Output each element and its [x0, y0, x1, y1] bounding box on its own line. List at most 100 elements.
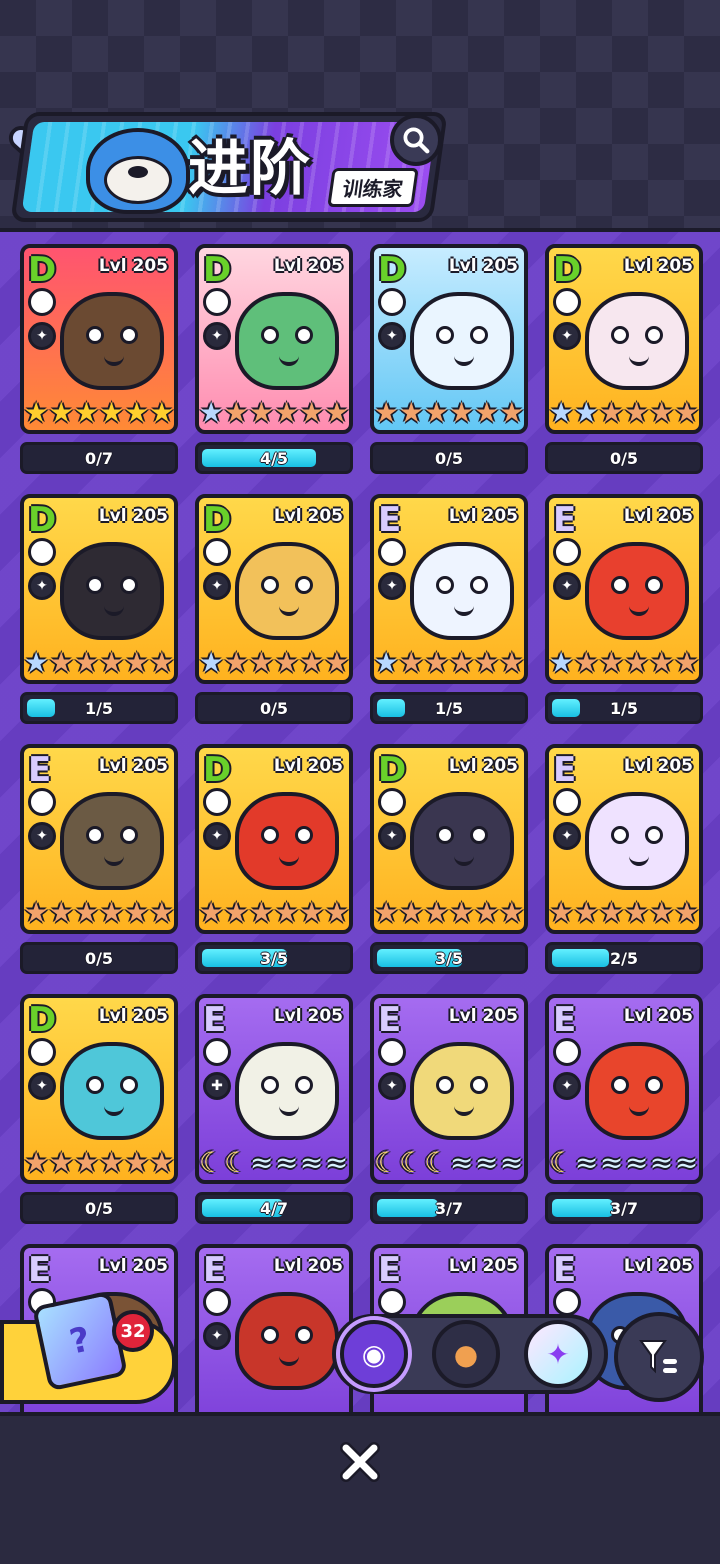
- grade-badge: E: [553, 1000, 577, 1040]
- bronze-star-icon: ★: [223, 646, 249, 679]
- bronze-star-icon: ★: [274, 646, 300, 679]
- creature-card[interactable]: D Lvl 205 ▲ ✦ ★ ★ ★ ★ ★ ★ 0/7: [20, 244, 178, 474]
- class-type-icon: ✦: [553, 1072, 581, 1100]
- level-label: Lvl 205: [273, 256, 343, 276]
- card-portrait: E Lvl 205 ✹ ✦ ★ ★ ★ ★ ★ ★: [545, 494, 703, 684]
- bronze-star-icon: ★: [48, 1146, 74, 1179]
- class-type-icon: ✦: [28, 572, 56, 600]
- grade-badge: D: [378, 250, 407, 290]
- card-portrait: E Lvl 205 ✹ ✦ ☾ ≈ ≈ ≈ ≈ ≈: [545, 994, 703, 1184]
- filter-button[interactable]: [614, 1312, 704, 1402]
- level-label: Lvl 205: [98, 1006, 168, 1026]
- bronze-star-icon: ★: [674, 896, 700, 929]
- creature-card[interactable]: E Lvl 205 ▲ ✦ ★ ★ ★ ★ ★ ★ 0/5: [20, 744, 178, 974]
- level-label: Lvl 205: [448, 1256, 518, 1276]
- progress-text: 0/5: [609, 448, 639, 468]
- bronze-star-icon: ★: [474, 396, 500, 429]
- element-type-icon: ◆: [378, 538, 406, 566]
- creature-portrait: [410, 1042, 514, 1140]
- upgrade-progress-bar: 0/5: [195, 692, 353, 724]
- creature-card[interactable]: E Lvl 205 ✹ ✦: [195, 1244, 353, 1412]
- bronze-star-icon: ★: [449, 896, 475, 929]
- gold-star-icon: ★: [73, 396, 99, 429]
- creature-card[interactable]: E Lvl 205 ✹ ✦ ☾ ≈ ≈ ≈ ≈ ≈3/7: [545, 994, 703, 1224]
- search-icon: [403, 127, 430, 154]
- grade-badge: E: [203, 1250, 227, 1290]
- class-type-icon: ✦: [378, 322, 406, 350]
- bronze-star-icon: ★: [248, 396, 274, 429]
- creature-card[interactable]: E Lvl 205 ◆ ✦ ★ ★ ★ ★ ★ ★ 1/5: [370, 494, 528, 724]
- star-rating: ★ ★ ★ ★ ★ ★: [374, 396, 524, 430]
- bronze-star-icon: ★: [274, 896, 300, 929]
- grade-badge: D: [28, 500, 57, 540]
- creature-portrait: [60, 542, 164, 640]
- bronze-star-icon: ★: [373, 896, 399, 929]
- tab-robot-cat[interactable]: ◉: [340, 1320, 408, 1388]
- gold-star-icon: ★: [99, 396, 125, 429]
- element-type-icon: ⚡: [203, 538, 231, 566]
- progress-text: 0/5: [84, 948, 114, 968]
- grade-badge: D: [28, 250, 57, 290]
- card-portrait: E Lvl 205 ⚡ ✦ ★ ★ ★ ★ ★ ★: [545, 744, 703, 934]
- tab-crystal[interactable]: ✦: [524, 1320, 592, 1388]
- silver-star-icon: ★: [373, 646, 399, 679]
- bronze-star-icon: ★: [23, 1146, 49, 1179]
- creature-card[interactable]: D Lvl 205 ✹ ✦ ★ ★ ★ ★ ★ ★ 1/5: [20, 494, 178, 724]
- creature-card[interactable]: E Lvl 205 ✹ ✦ ★ ★ ★ ★ ★ ★ 1/5: [545, 494, 703, 724]
- close-button[interactable]: [330, 1432, 390, 1492]
- class-type-icon: ✦: [553, 572, 581, 600]
- level-label: Lvl 205: [98, 1256, 168, 1276]
- gold-star-icon: ★: [23, 396, 49, 429]
- bronze-star-icon: ★: [223, 896, 249, 929]
- creature-card[interactable]: D Lvl 205 ✿ ✦ ★ ★ ★ ★ ★ ★ 0/5: [545, 244, 703, 474]
- bronze-star-icon: ★: [674, 396, 700, 429]
- search-button[interactable]: [390, 114, 442, 166]
- star-rating: ★ ★ ★ ★ ★ ★: [199, 896, 349, 930]
- progress-text: 1/5: [609, 698, 639, 718]
- creature-card[interactable]: D Lvl 205 ✿ ✦ ★ ★ ★ ★ ★ ★ 4/5: [195, 244, 353, 474]
- progress-text: 1/5: [434, 698, 464, 718]
- progress-text: 0/5: [84, 1198, 114, 1218]
- bronze-star-icon: ★: [149, 896, 175, 929]
- bronze-star-icon: ★: [649, 396, 675, 429]
- level-label: Lvl 205: [98, 506, 168, 526]
- creature-card[interactable]: E Lvl 205 ✿ ✚ ☾ ☾ ≈ ≈ ≈ ≈4/7: [195, 994, 353, 1224]
- bronze-star-icon: ★: [449, 396, 475, 429]
- moon-star-icon: ☾: [374, 1146, 400, 1179]
- creature-card[interactable]: D Lvl 205 ⚡ ✦ ★ ★ ★ ★ ★ ★ 0/5: [195, 494, 353, 724]
- level-label: Lvl 205: [273, 1256, 343, 1276]
- tab-hamster[interactable]: ●: [432, 1320, 500, 1388]
- bronze-star-icon: ★: [499, 396, 525, 429]
- grade-badge: D: [28, 1000, 57, 1040]
- element-type-icon: ✹: [203, 1288, 231, 1316]
- star-rating: ★ ★ ★ ★ ★ ★: [24, 896, 174, 930]
- wave-star-icon: ≈: [674, 1146, 699, 1179]
- progress-text: 1/5: [84, 698, 114, 718]
- bronze-star-icon: ★: [398, 396, 424, 429]
- element-type-icon: ✹: [553, 538, 581, 566]
- level-label: Lvl 205: [448, 1006, 518, 1026]
- bronze-star-icon: ★: [299, 896, 325, 929]
- bronze-star-icon: ★: [649, 896, 675, 929]
- moon-star-icon: ☾: [224, 1146, 250, 1179]
- star-rating: ☾ ☾ ≈ ≈ ≈ ≈: [199, 1146, 349, 1180]
- level-label: Lvl 205: [448, 256, 518, 276]
- page-subtitle: 训练家: [327, 168, 419, 207]
- element-type-icon: ▲: [28, 788, 56, 816]
- element-type-icon: ◆: [28, 1038, 56, 1066]
- creature-card[interactable]: D Lvl 205 ◆ ✦ ★ ★ ★ ★ ★ ★ 0/5: [370, 244, 528, 474]
- creature-card[interactable]: D Lvl 205 ✹ ✦ ★ ★ ★ ★ ★ ★ 3/5: [195, 744, 353, 974]
- wave-star-icon: ≈: [450, 1146, 474, 1179]
- creature-card[interactable]: E Lvl 205 ⚡ ✦ ★ ★ ★ ★ ★ ★ 2/5: [545, 744, 703, 974]
- card-portrait: D Lvl 205 ◆ ✦ ★ ★ ★ ★ ★ ★: [20, 994, 178, 1184]
- creature-card[interactable]: D Lvl 205 ◆ ✦ ★ ★ ★ ★ ★ ★ 0/5: [20, 994, 178, 1224]
- grade-badge: D: [553, 250, 582, 290]
- card-portrait: E Lvl 205 ◆ ✦ ★ ★ ★ ★ ★ ★: [370, 494, 528, 684]
- creature-card[interactable]: E Lvl 205 ⚡ ✦ ☾ ☾ ☾ ≈ ≈ ≈3/7: [370, 994, 528, 1224]
- silver-star-icon: ★: [548, 396, 574, 429]
- creature-card[interactable]: D Lvl 205 ⚡ ✦ ★ ★ ★ ★ ★ ★ 3/5: [370, 744, 528, 974]
- grade-badge: E: [28, 1250, 52, 1290]
- wave-star-icon: ≈: [624, 1146, 649, 1179]
- card-portrait: D Lvl 205 ✹ ✦ ★ ★ ★ ★ ★ ★: [195, 744, 353, 934]
- progress-text: 0/5: [434, 448, 464, 468]
